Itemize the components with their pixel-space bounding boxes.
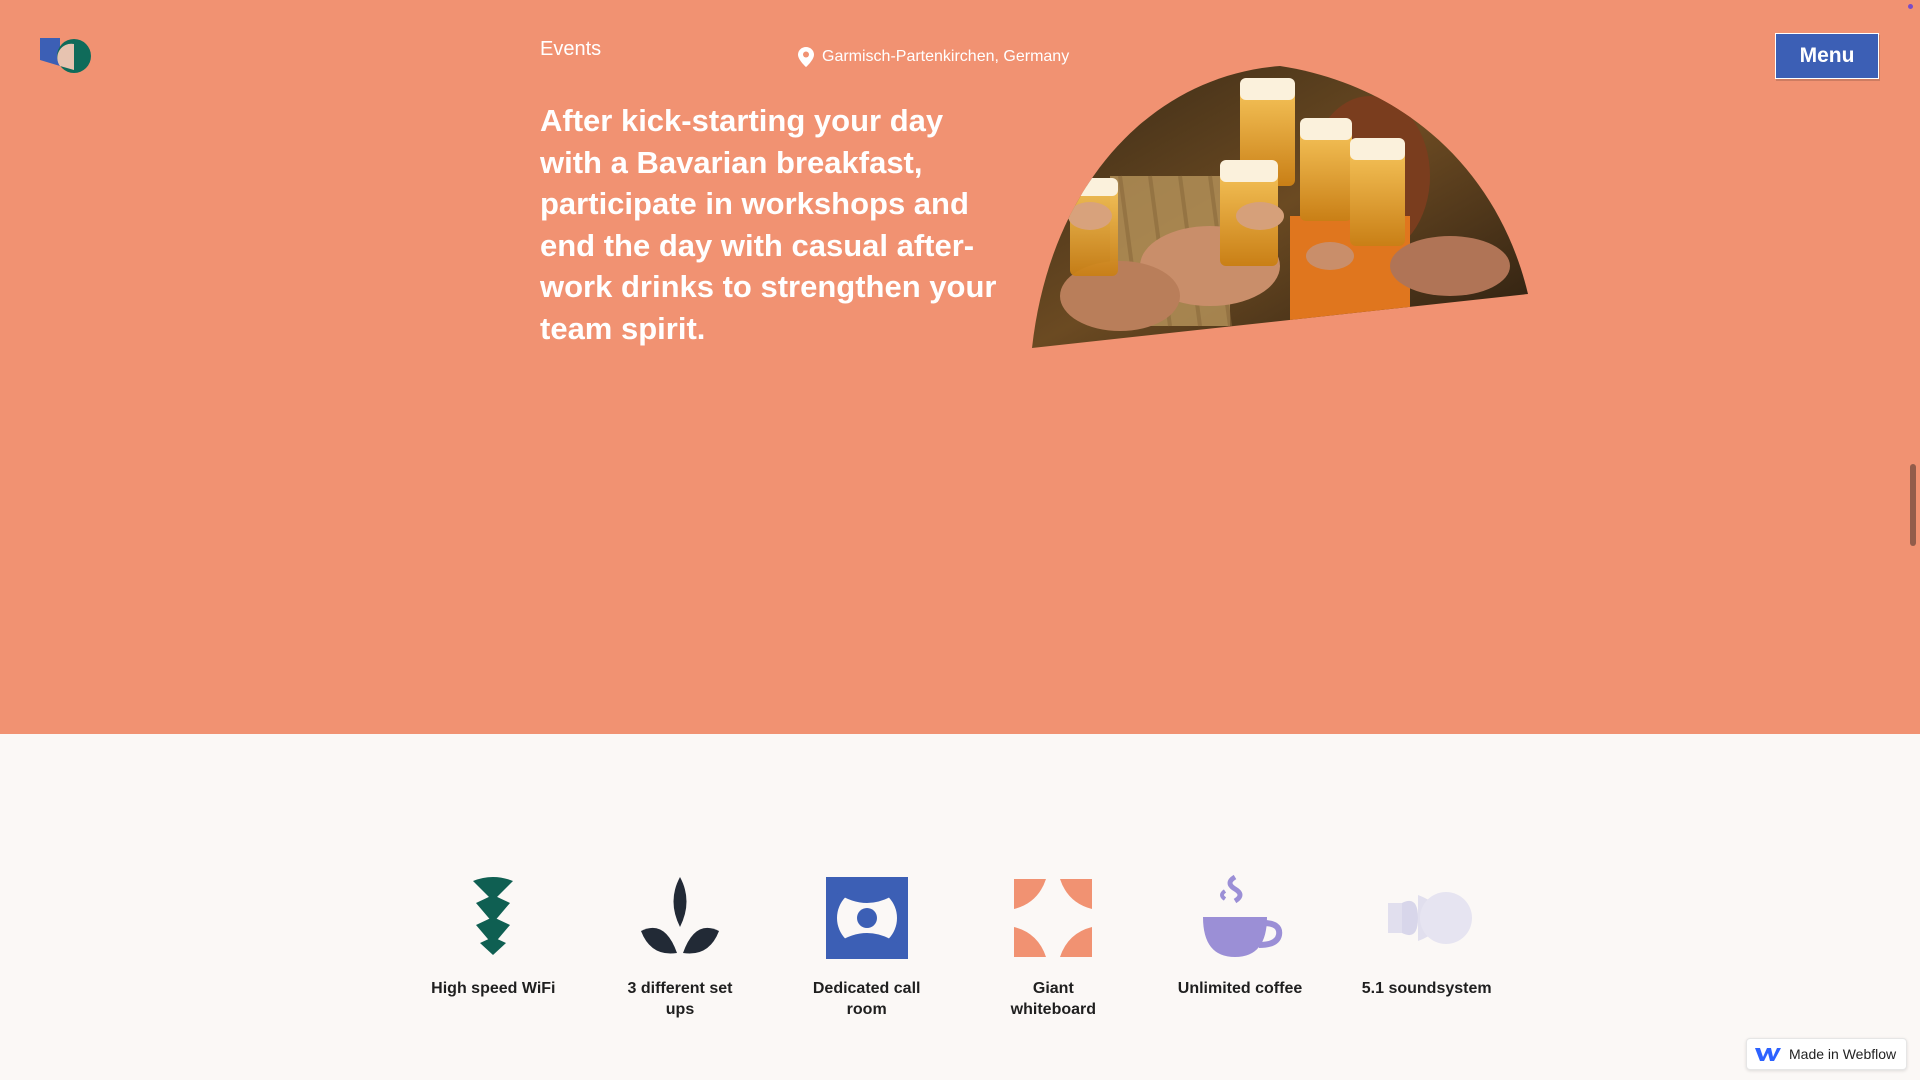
amenity-label: High speed WiFi (431, 980, 556, 997)
amenity-label: 5.1 soundsystem (1361, 980, 1492, 997)
beer-toast-photo (1032, 66, 1528, 348)
nav-link-events[interactable]: Events (540, 38, 601, 61)
coffee-cup-icon (1203, 874, 1283, 957)
amenity-label: Dedicated call room (812, 980, 921, 1018)
location-label: Garmisch-Partenkirchen, Germany (798, 47, 1069, 67)
hero-section: Events Garmisch-Partenkirchen, Germany M… (0, 0, 1920, 734)
amenity-soundsystem: 5.1 soundsystem (1333, 870, 1520, 1020)
location-text: Garmisch-Partenkirchen, Germany (822, 48, 1070, 65)
webflow-logo-icon (1755, 1048, 1781, 1061)
menu-button[interactable]: Menu (1775, 33, 1879, 79)
amenity-wifi: High speed WiFi (400, 870, 587, 1020)
amenity-setups: 3 different set ups (587, 870, 774, 1020)
amenity-whiteboard: Giant whiteboard (960, 870, 1147, 1020)
amenities-list: High speed WiFi 3 different set ups Dedi… (400, 870, 1520, 1020)
wifi-chevrons-icon (473, 877, 514, 955)
scrollbar-thumb[interactable] (1910, 464, 1916, 546)
amenity-coffee: Unlimited coffee (1147, 870, 1334, 1020)
amenity-label: Giant whiteboard (1010, 980, 1097, 1018)
map-pin-icon (798, 47, 814, 67)
amenity-label: Unlimited coffee (1177, 980, 1303, 997)
call-room-icon (825, 877, 908, 959)
made-in-webflow-badge[interactable]: Made in Webflow (1746, 1038, 1908, 1070)
amenity-label: 3 different set ups (627, 980, 733, 1018)
indicator-dot (1908, 4, 1913, 9)
brand-logo[interactable] (38, 36, 94, 76)
amenity-call-room: Dedicated call room (773, 870, 960, 1020)
hero-headline: After kick-starting your day with a Bava… (540, 103, 997, 346)
whiteboard-corners-icon (1014, 879, 1093, 957)
sprout-icon (641, 877, 719, 954)
badge-label: Made in Webflow (1789, 1046, 1897, 1062)
speaker-waves-icon (1387, 892, 1472, 944)
